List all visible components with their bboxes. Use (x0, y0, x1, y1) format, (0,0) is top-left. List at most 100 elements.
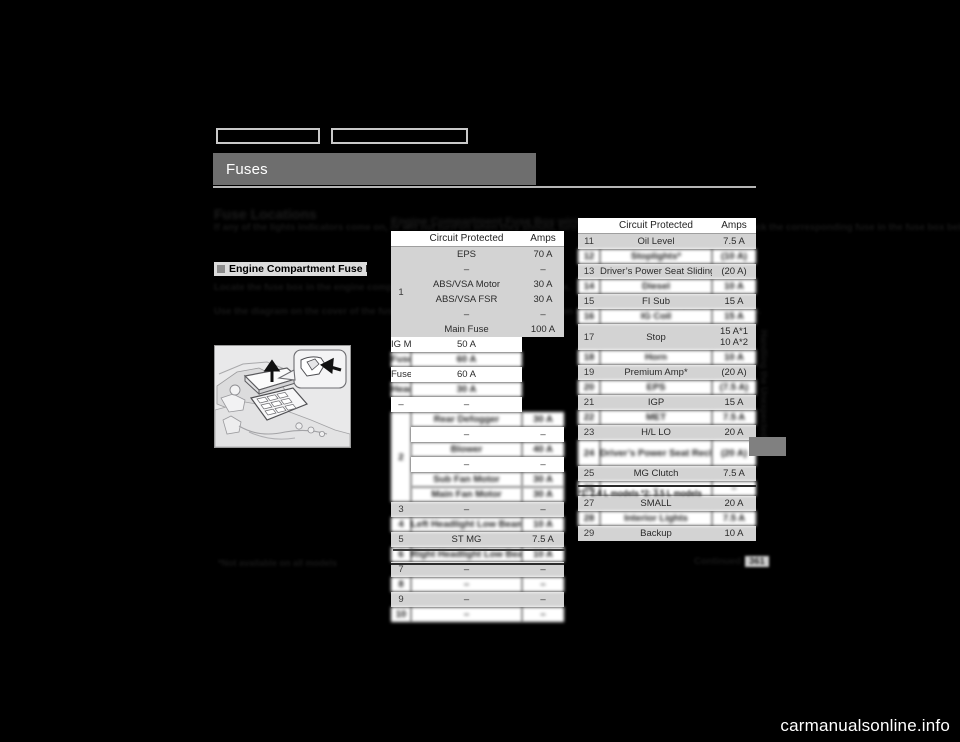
circuit-protected-cell: Premium Amp* (600, 365, 712, 380)
amps-cell: – (522, 592, 564, 607)
site-watermark: carmanualsonline.info (780, 716, 950, 735)
table-row: Blower 40 A (391, 442, 564, 457)
fuse-number-cell: 20 (578, 380, 600, 395)
square-bullet-icon (217, 265, 225, 273)
body-paragraph-1: Locate the fuse box in the engine compar… (214, 282, 571, 293)
engine-compartment-illustration (214, 345, 351, 448)
table-row: 8– – (391, 577, 564, 592)
circuit-protected-cell: Backup (600, 526, 712, 541)
fuse-number-cell: 21 (578, 395, 600, 410)
circuit-protected-cell: IGP (600, 395, 712, 410)
table-row: 16 IG Coil 15 A (578, 309, 756, 324)
amps-cell: – (522, 262, 564, 277)
fuse-number-cell: 25 (578, 466, 600, 481)
amps-cell: – (411, 397, 522, 412)
amps-cell: – (522, 307, 564, 322)
table-header-cell (391, 231, 411, 247)
circuit-protected-cell: Horn (600, 350, 712, 365)
amps-cell: – (522, 457, 564, 472)
amps-cell: 10 A (522, 517, 564, 532)
amps-cell: 30 A (522, 487, 564, 502)
amps-cell: 30 A (522, 412, 564, 427)
subheading-label: Engine Compartment Fuse Box (229, 263, 386, 275)
circuit-protected-cell: Driver’s Power Seat Reclining* (600, 440, 712, 466)
circuit-protected-cell: – (411, 607, 522, 622)
table-row: 29 Backup 10 A (578, 526, 756, 541)
amps-cell: 100 A (522, 322, 564, 337)
circuit-protected-cell: MET (600, 410, 712, 425)
table-row: 19 Premium Amp* (20 A) (578, 365, 756, 380)
footer-note: *Not available on all models (218, 558, 338, 568)
fuse-number-cell: 17 (578, 324, 600, 350)
manual-page: Fuses Fuse Locations If any of the light… (0, 0, 960, 742)
table-row: 25 MG Clutch 7.5 A (578, 466, 756, 481)
table-header-row: Circuit Protected Amps (391, 231, 564, 247)
fuse-number-cell: 14 (578, 279, 600, 294)
footer-continued-label: Continued (694, 556, 741, 567)
fuse-box-photo-line-art (215, 346, 350, 447)
amps-cell: (20 A) (712, 365, 756, 380)
amps-cell: 7.5 A (712, 410, 756, 425)
table-row: – – (391, 262, 564, 277)
fuse-number-cell: 11 (578, 233, 600, 249)
circuit-protected-cell: – (411, 592, 522, 607)
amps-cell: 60 A (411, 352, 522, 367)
fuse-number-cell: 22 (578, 410, 600, 425)
fuse-number-cell: 2 (391, 412, 411, 502)
table-row: Headlight Main30 A (391, 382, 564, 397)
body-paragraph-2: Use the diagram on the cover of the fuse… (214, 306, 761, 317)
table-row: 13 Driver’s Power Seat Sliding* (20 A) (578, 264, 756, 279)
fuse-number-cell: 9 (391, 592, 411, 607)
circuit-protected-cell: EPS (411, 246, 522, 262)
fuse-number-cell: 12 (578, 249, 600, 264)
table-header-cell: Circuit Protected (411, 231, 522, 247)
table-row: 20 EPS (7.5 A) (578, 380, 756, 395)
table-row: 1 EPS 70 A (391, 246, 564, 337)
table-row: – – (391, 307, 564, 322)
circuit-protected-cell: Oil Level (600, 233, 712, 249)
fuse-number-cell: 16 (578, 309, 600, 324)
table-row: 2 Rear Defogger 30 A (391, 412, 564, 502)
circuit-protected-cell: Blower (411, 442, 522, 457)
circuit-protected-cell: Main Fan Motor (411, 487, 522, 502)
circuit-protected-cell: Rear Defogger (411, 412, 522, 427)
table-row: 21 IGP 15 A (578, 395, 756, 410)
table-row: Sub Fan Motor 30 A (391, 472, 564, 487)
circuit-protected-cell: ABS/VSA FSR (411, 292, 522, 307)
circuit-protected-cell: – (411, 457, 522, 472)
circuit-protected-cell: H/L LO (600, 425, 712, 440)
circuit-protected-cell: Left Headlight Low Beam (411, 517, 522, 532)
amps-cell: 10 A (712, 350, 756, 365)
page-number: 361 (744, 556, 769, 567)
table-left-heading: Engine Compartment Fuse Box wiring (391, 216, 591, 228)
table-header-cell: Circuit Protected (600, 218, 712, 234)
table-row: Fuse Box Main 260 A (391, 367, 564, 382)
circuit-protected-cell: – (411, 502, 522, 517)
circuit-protected-cell: Stop (600, 324, 712, 350)
circuit-protected-cell: – (411, 262, 522, 277)
subheading-engine-compartment-fuse-box: Engine Compartment Fuse Box (214, 262, 385, 276)
section-title: Fuses (226, 161, 268, 178)
circuit-protected-cell: EPS (600, 380, 712, 395)
circuit-protected-cell: Headlight Main (391, 382, 411, 397)
fuse-number-cell: 23 (578, 425, 600, 440)
amps-cell: – (522, 607, 564, 622)
amps-cell: 30 A (411, 382, 522, 397)
table-header-cell: Amps (712, 218, 756, 234)
circuit-protected-cell: ST MG (411, 532, 522, 547)
amps-cell: 30 A (522, 292, 564, 307)
amps-cell: 60 A (411, 367, 522, 382)
table-row: 14 Diesel 10 A (578, 279, 756, 294)
side-tab-label: Handling the Unexpected (759, 330, 769, 439)
table-left-bottom-rule (391, 563, 564, 565)
footnote-1: *1: 2.4 L models (578, 489, 639, 498)
table-row: 23 H/L LO 20 A (578, 425, 756, 440)
side-tab-chip[interactable] (749, 437, 786, 456)
amps-cell: 7.5 A (712, 466, 756, 481)
fuse-number-cell: 29 (578, 526, 600, 541)
table-header-row: Circuit Protected Amps (578, 218, 756, 234)
circuit-protected-cell: Diesel (600, 279, 712, 294)
amps-cell: (10 A) (712, 249, 756, 264)
circuit-protected-cell: Main Fuse (411, 322, 522, 337)
circuit-protected-cell: FI Sub (600, 294, 712, 309)
